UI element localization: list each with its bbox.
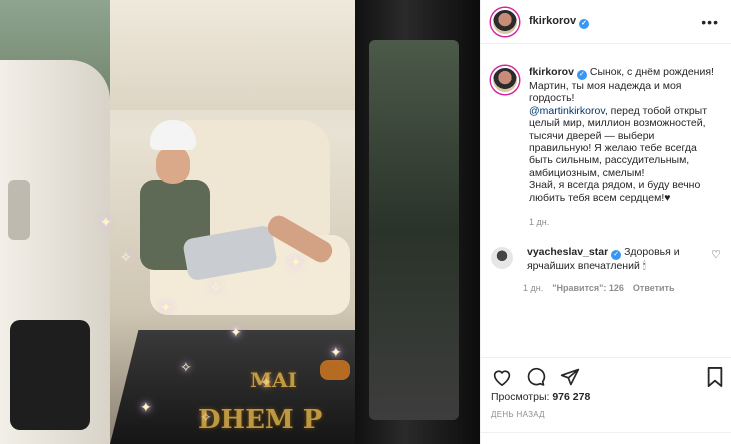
door-glass bbox=[369, 40, 459, 420]
post-timestamp[interactable]: ДЕНЬ НАЗАД bbox=[491, 410, 545, 419]
bookmark-icon[interactable] bbox=[704, 366, 726, 388]
sparkle-icon: ✧ bbox=[180, 359, 192, 375]
sparkle-icon: ✧ bbox=[210, 279, 222, 295]
car-headliner bbox=[110, 0, 370, 110]
door-handle bbox=[8, 180, 30, 240]
sparkle-icon: ✦ bbox=[140, 399, 152, 415]
commenter-username[interactable]: vyacheslav_star bbox=[527, 246, 608, 258]
verified-badge-icon: ✓ bbox=[576, 70, 587, 80]
comment-text: vyacheslav_star ✓ Здоровья и ярчайших впе… bbox=[527, 246, 697, 272]
comment-like-icon[interactable]: ♡ bbox=[711, 248, 721, 261]
boy-shoe bbox=[320, 360, 350, 380]
like-heart-icon[interactable] bbox=[491, 366, 513, 388]
comment-item: vyacheslav_star ✓ Здоровья и ярчайших впе… bbox=[481, 228, 731, 272]
author-username[interactable]: fkirkorov ✓ bbox=[529, 15, 590, 29]
comment-likes[interactable]: "Нравится": 126 bbox=[552, 283, 624, 293]
caption-line4: Знай, я всегда рядом, и буду вечно любит… bbox=[529, 179, 701, 204]
action-bar bbox=[481, 357, 731, 388]
caption-line2: Мартин, ты моя надежда и моя гордость! bbox=[529, 80, 682, 105]
sparkle-icon: ✦ bbox=[290, 254, 302, 270]
sparkle-icon: ✦ bbox=[330, 344, 342, 360]
car-door-right bbox=[355, 0, 480, 444]
car-door-left bbox=[0, 60, 110, 444]
overlay-text-line1: MAI bbox=[250, 368, 298, 392]
sparkle-icon: ✦ bbox=[230, 324, 242, 340]
candle-emoji: 🕯 bbox=[642, 260, 646, 273]
comment-bubble-icon[interactable] bbox=[525, 366, 547, 388]
post-photo[interactable]: ✦ ✧ ✦ ✧ ✦ ✦ ✧ ✦ ✦ ✧ ✦ MAI DHEM P bbox=[0, 0, 480, 444]
caption-time: 1 дн. bbox=[529, 217, 550, 228]
comment-input-divider bbox=[481, 432, 731, 433]
post-header: fkirkorov ✓ ••• bbox=[481, 0, 731, 44]
sparkle-icon: ✦ bbox=[160, 299, 172, 315]
boy-face bbox=[156, 146, 190, 184]
author-avatar[interactable] bbox=[491, 7, 519, 36]
share-send-icon[interactable] bbox=[559, 366, 581, 388]
caption-line1: Сынок, с днём рождения! bbox=[589, 66, 714, 78]
sparkle-icon: ✦ bbox=[100, 214, 112, 230]
views-value: 976 278 bbox=[552, 391, 591, 403]
more-options-icon[interactable]: ••• bbox=[701, 14, 719, 30]
heart-emoji: ♥ bbox=[664, 191, 671, 204]
caption-avatar[interactable] bbox=[491, 66, 519, 94]
overlay-text-line2: DHEM P bbox=[198, 405, 323, 435]
views-label: Просмотры: bbox=[491, 391, 550, 403]
views-count[interactable]: Просмотры: 976 278 bbox=[491, 391, 590, 403]
verified-badge-icon: ✓ bbox=[611, 250, 622, 261]
door-panel bbox=[10, 320, 90, 430]
post-sidebar: fkirkorov ✓ ••• fkirkorov ✓ Сынок, с днём … bbox=[480, 0, 731, 444]
caption-text: fkirkorov ✓ Сынок, с днём рождения! Марти… bbox=[529, 66, 719, 228]
caption-username[interactable]: fkirkorov bbox=[529, 66, 574, 78]
sparkle-icon: ✧ bbox=[120, 249, 132, 265]
mention-link[interactable]: @martinkirkorov bbox=[529, 105, 605, 117]
post-caption: fkirkorov ✓ Сынок, с днём рождения! Марти… bbox=[481, 44, 731, 228]
commenter-avatar[interactable] bbox=[491, 247, 513, 270]
comment-meta: 1 дн. "Нравится": 126 Ответить bbox=[523, 283, 731, 293]
verified-badge-icon: ✓ bbox=[579, 18, 590, 29]
comment-time: 1 дн. bbox=[523, 282, 544, 293]
comment-reply-button[interactable]: Ответить bbox=[633, 283, 675, 293]
